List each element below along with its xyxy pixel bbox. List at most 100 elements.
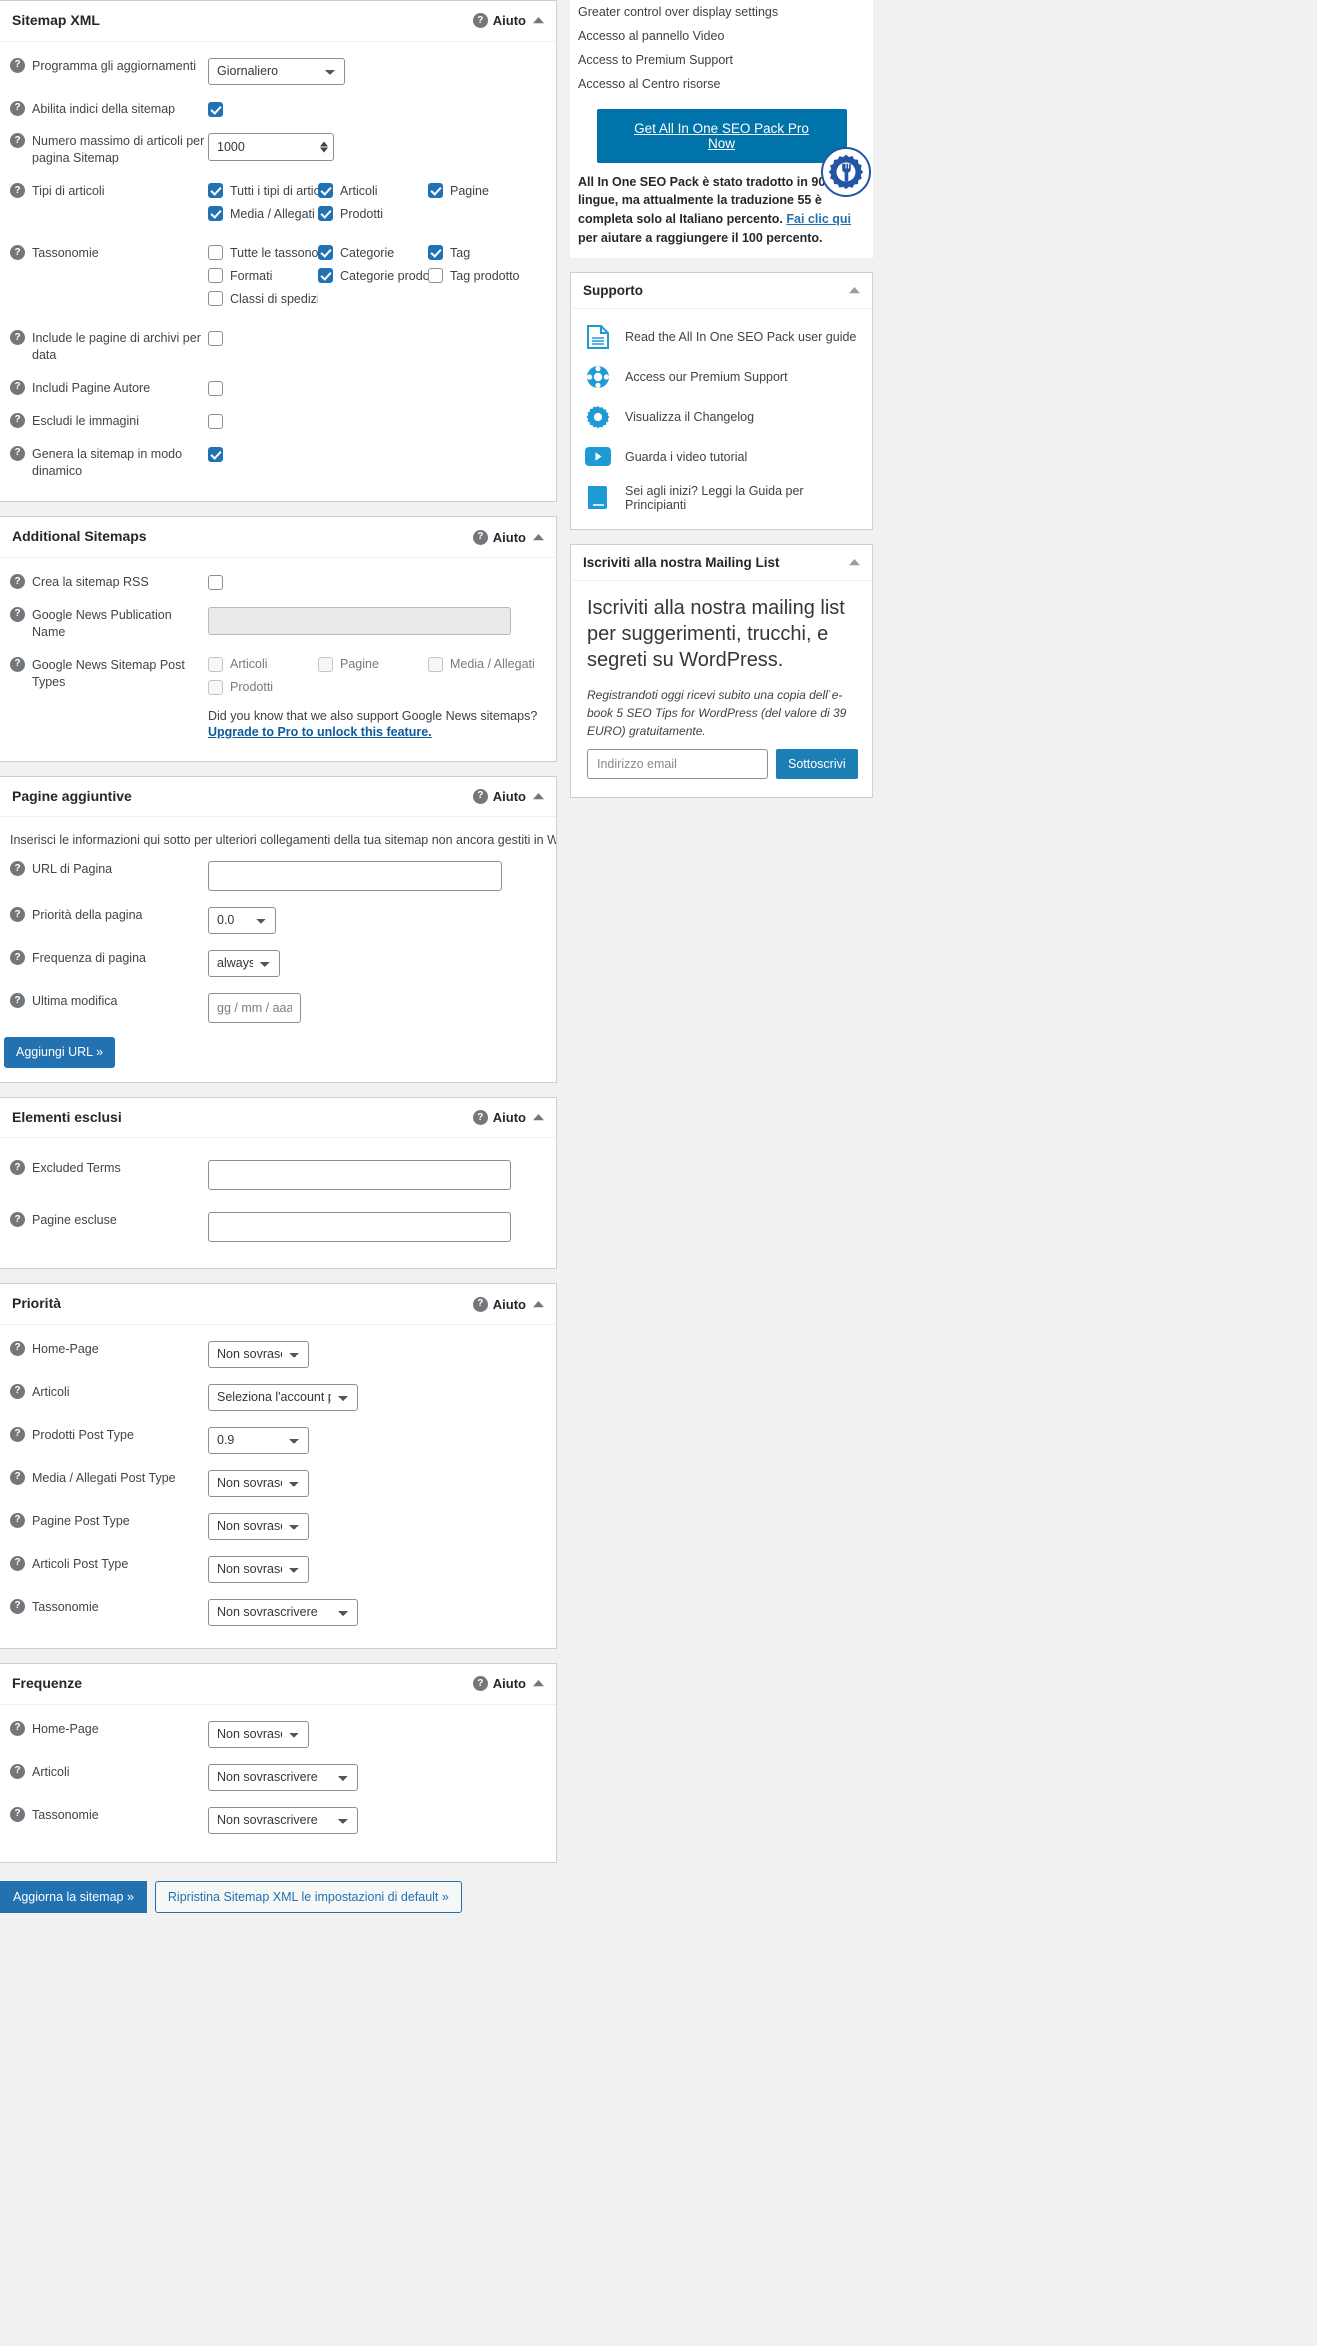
- checkbox-box[interactable]: [208, 268, 223, 284]
- question-mark-icon[interactable]: ?: [10, 1469, 25, 1485]
- priority-articles-select[interactable]: Seleziona l'account personale: [208, 1383, 358, 1411]
- chevron-up-icon[interactable]: [846, 554, 862, 570]
- spinner-arrows-icon[interactable]: [320, 141, 328, 153]
- panel-header[interactable]: Priorità ? Aiuto: [0, 1284, 556, 1325]
- question-mark-icon[interactable]: ?: [10, 950, 25, 966]
- checkbox-gnews-products[interactable]: Prodotti: [208, 679, 318, 695]
- checkbox-box[interactable]: [428, 183, 443, 199]
- question-mark-icon[interactable]: ?: [10, 1426, 25, 1442]
- checkbox-tags[interactable]: Tag: [428, 245, 538, 261]
- question-mark-icon[interactable]: ?: [10, 245, 25, 261]
- checkbox-product-tags[interactable]: Tag prodotto: [428, 268, 538, 284]
- max-posts-stepper[interactable]: [208, 133, 334, 162]
- checkbox-posts[interactable]: Articoli: [318, 183, 428, 199]
- update-sitemap-button[interactable]: Aggiorna la sitemap »: [0, 1880, 147, 1914]
- panel-header[interactable]: Sitemap XML ? Aiuto: [0, 1, 556, 42]
- question-mark-icon[interactable]: ?: [10, 133, 25, 149]
- checkbox-box[interactable]: [318, 183, 333, 199]
- checkbox-product-shipping-classes[interactable]: Classi di spedizione prodotto: [208, 291, 318, 307]
- chevron-up-icon[interactable]: [530, 1296, 546, 1312]
- frequency-taxonomies-select[interactable]: Non sovrascrivere: [208, 1806, 358, 1834]
- exclude-images-checkbox[interactable]: [208, 413, 223, 429]
- priority-pages-select[interactable]: Non sovrascrivere: [208, 1512, 309, 1540]
- checkbox-box[interactable]: [208, 206, 223, 222]
- reset-sitemap-defaults-button[interactable]: Ripristina Sitemap XML le impostazioni d…: [154, 1880, 462, 1914]
- get-pro-button[interactable]: Get All In One SEO Pack Pro Now: [596, 108, 847, 163]
- help-link[interactable]: ? Aiuto: [472, 529, 526, 545]
- checkbox-gnews-posts[interactable]: Articoli: [208, 656, 318, 672]
- gnews-publication-name-input[interactable]: [208, 606, 511, 635]
- last-modified-input[interactable]: [208, 993, 301, 1024]
- upgrade-to-pro-link[interactable]: Upgrade to Pro to unlock this feature.: [208, 725, 552, 739]
- question-mark-icon[interactable]: ?: [10, 1160, 25, 1176]
- checkbox-box[interactable]: [318, 206, 333, 222]
- help-link[interactable]: ? Aiuto: [472, 13, 526, 29]
- priority-products-select[interactable]: 0.9: [208, 1426, 309, 1454]
- dynamic-sitemap-checkbox[interactable]: [208, 446, 223, 462]
- plugin-gear-badge-icon[interactable]: [821, 147, 871, 197]
- checkbox-box[interactable]: [208, 679, 223, 695]
- question-mark-icon[interactable]: ?: [10, 993, 25, 1009]
- checkbox-box[interactable]: [208, 656, 223, 672]
- page-priority-select[interactable]: 0.0: [208, 907, 276, 935]
- question-mark-icon[interactable]: ?: [10, 412, 25, 428]
- checkbox-box[interactable]: [208, 291, 223, 307]
- checkbox-box[interactable]: [428, 656, 443, 672]
- help-link[interactable]: ? Aiuto: [472, 788, 526, 804]
- add-url-button[interactable]: Aggiungi URL »: [4, 1037, 116, 1068]
- page-url-input[interactable]: [208, 861, 502, 892]
- checkbox-box[interactable]: [318, 268, 333, 284]
- checkbox-box[interactable]: [208, 183, 223, 199]
- priority-articles-post-type-select[interactable]: Non sovrascrivere: [208, 1555, 309, 1583]
- checkbox-gnews-pages[interactable]: Pagine: [318, 656, 428, 672]
- excluded-terms-input[interactable]: [208, 1160, 511, 1191]
- checkbox-formats[interactable]: Formati: [208, 268, 318, 284]
- chevron-up-icon[interactable]: [530, 529, 546, 545]
- question-mark-icon[interactable]: ?: [10, 445, 25, 461]
- question-mark-icon[interactable]: ?: [10, 57, 25, 73]
- question-mark-icon[interactable]: ?: [10, 330, 25, 346]
- question-mark-icon[interactable]: ?: [10, 1555, 25, 1571]
- schedule-select[interactable]: Giornaliero: [208, 57, 345, 85]
- support-item-beginners-guide[interactable]: Sei agli inizi? Leggi la Guida per Princ…: [571, 477, 872, 519]
- max-posts-input[interactable]: [208, 133, 334, 162]
- chevron-up-icon[interactable]: [530, 13, 546, 29]
- checkbox-box[interactable]: [318, 245, 333, 261]
- question-mark-icon[interactable]: ?: [10, 1763, 25, 1779]
- help-link[interactable]: ? Aiuto: [472, 1676, 526, 1692]
- frequency-homepage-select[interactable]: Non sovrascrivere: [208, 1720, 309, 1748]
- excluded-pages-input[interactable]: [208, 1212, 511, 1243]
- question-mark-icon[interactable]: ?: [10, 1212, 25, 1228]
- panel-header[interactable]: Iscriviti alla nostra Mailing List: [571, 545, 872, 581]
- checkbox-products[interactable]: Prodotti: [318, 206, 428, 222]
- rss-sitemap-checkbox[interactable]: [208, 575, 223, 591]
- chevron-up-icon[interactable]: [530, 1676, 546, 1692]
- subscribe-button[interactable]: Sottoscrivi: [776, 748, 858, 779]
- email-field[interactable]: [587, 748, 768, 779]
- question-mark-icon[interactable]: ?: [10, 379, 25, 395]
- date-archives-checkbox[interactable]: [208, 331, 223, 347]
- sitemap-indexes-checkbox[interactable]: [208, 101, 223, 117]
- panel-header[interactable]: Frequenze ? Aiuto: [0, 1664, 556, 1705]
- question-mark-icon[interactable]: ?: [10, 907, 25, 923]
- question-mark-icon[interactable]: ?: [10, 1340, 25, 1356]
- checkbox-box[interactable]: [318, 656, 333, 672]
- author-pages-checkbox[interactable]: [208, 381, 223, 397]
- checkbox-media-attachments[interactable]: Media / Allegati: [208, 206, 318, 222]
- question-mark-icon[interactable]: ?: [10, 100, 25, 116]
- question-mark-icon[interactable]: ?: [10, 656, 25, 672]
- checkbox-box[interactable]: [428, 268, 443, 284]
- chevron-up-icon[interactable]: [530, 788, 546, 804]
- checkbox-box[interactable]: [208, 245, 223, 261]
- support-item-video-tutorials[interactable]: Guarda i video tutorial: [571, 437, 872, 477]
- panel-header[interactable]: Additional Sitemaps ? Aiuto: [0, 517, 556, 559]
- help-link[interactable]: ? Aiuto: [472, 1296, 526, 1312]
- question-mark-icon[interactable]: ?: [10, 1512, 25, 1528]
- question-mark-icon[interactable]: ?: [10, 606, 25, 622]
- checkbox-pages[interactable]: Pagine: [428, 183, 538, 199]
- question-mark-icon[interactable]: ?: [10, 861, 25, 877]
- question-mark-icon[interactable]: ?: [10, 1806, 25, 1822]
- checkbox-gnews-media[interactable]: Media / Allegati: [428, 656, 538, 672]
- panel-header[interactable]: Supporto: [571, 273, 872, 309]
- translation-help-link[interactable]: Fai clic qui: [786, 212, 851, 226]
